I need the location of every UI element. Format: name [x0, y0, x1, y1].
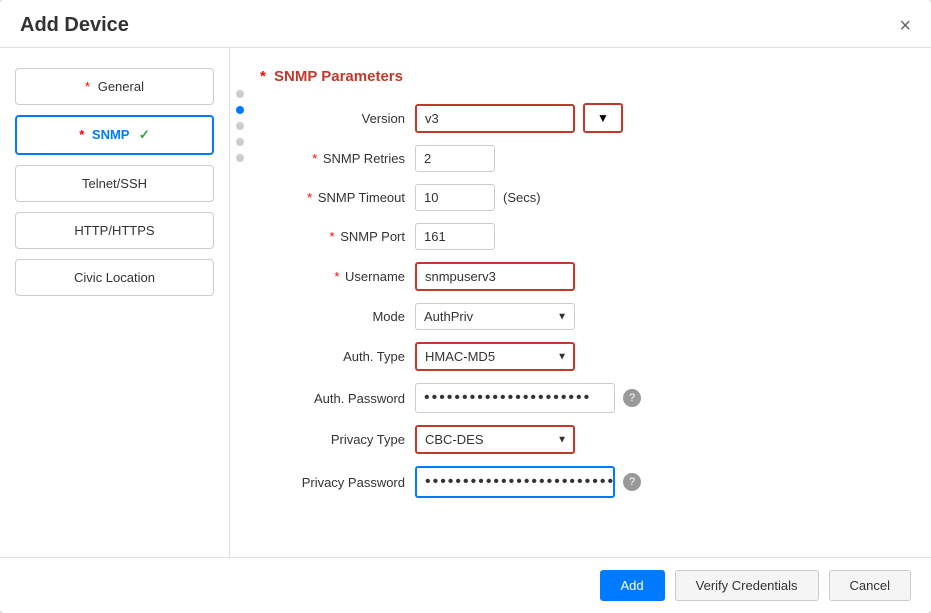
dot-2 [236, 106, 244, 114]
sidebar-label-general: General [98, 79, 144, 94]
auth-password-row: Auth. Password •••••••••••••••••••••• ? [260, 383, 901, 413]
privacy-type-label: Privacy Type [260, 432, 415, 447]
auth-type-row: Auth. Type HMAC-MD5 HMAC-SHA [260, 342, 901, 371]
sidebar-item-telnet[interactable]: Telnet/SSH [15, 165, 214, 202]
retries-input[interactable] [415, 145, 495, 172]
port-row: * SNMP Port [260, 223, 901, 250]
dot-4 [236, 138, 244, 146]
dots-connector [236, 90, 244, 162]
auth-password-label: Auth. Password [260, 391, 415, 406]
timeout-label: * SNMP Timeout [260, 190, 415, 205]
privacy-type-row: Privacy Type CBC-DES AES-128 AES-192 AES… [260, 425, 901, 454]
privacy-password-row: Privacy Password •••••••••••••••••••••••… [260, 466, 901, 498]
auth-password-field[interactable]: •••••••••••••••••••••• [415, 383, 615, 413]
privacy-type-select[interactable]: CBC-DES AES-128 AES-192 AES-256 [415, 425, 575, 454]
cancel-button[interactable]: Cancel [829, 570, 911, 601]
timeout-input[interactable] [415, 184, 495, 211]
dot-5 [236, 154, 244, 162]
verify-credentials-button[interactable]: Verify Credentials [675, 570, 819, 601]
secs-label: (Secs) [503, 190, 541, 205]
mode-row: Mode AuthPriv AuthNoPriv NoAuthNoPriv [260, 303, 901, 330]
mode-select-wrapper: AuthPriv AuthNoPriv NoAuthNoPriv [415, 303, 575, 330]
add-button[interactable]: Add [600, 570, 665, 601]
privacy-password-help-icon[interactable]: ? [623, 473, 641, 491]
sidebar: * General * SNMP ✓ Telnet/SSH HTTP/HTTPS… [0, 48, 230, 557]
sidebar-item-snmp[interactable]: * SNMP ✓ [15, 115, 214, 155]
port-input[interactable] [415, 223, 495, 250]
timeout-row: * SNMP Timeout (Secs) [260, 184, 901, 211]
dialog-title: Add Device [20, 14, 129, 37]
version-label: Version [260, 111, 415, 126]
add-device-dialog: Add Device × * General * SNMP ✓ Telnet/S… [0, 0, 931, 613]
port-label: * SNMP Port [260, 229, 415, 244]
main-content: * SNMP Parameters Version ▼ * SNMP Retri… [230, 48, 931, 557]
version-dropdown-button[interactable]: ▼ [583, 103, 623, 133]
timeout-star: * [307, 190, 316, 205]
retries-star: * [312, 151, 321, 166]
retries-label: * SNMP Retries [260, 151, 415, 166]
username-input[interactable] [415, 262, 575, 291]
auth-type-select[interactable]: HMAC-MD5 HMAC-SHA [415, 342, 575, 371]
auth-password-help-icon[interactable]: ? [623, 389, 641, 407]
sidebar-label-snmp: SNMP [92, 127, 129, 142]
sidebar-label-telnet: Telnet/SSH [82, 176, 147, 191]
close-button[interactable]: × [899, 16, 911, 36]
required-star-general: * [85, 79, 90, 94]
sidebar-item-http[interactable]: HTTP/HTTPS [15, 212, 214, 249]
dropdown-arrow-icon: ▼ [597, 111, 609, 125]
username-star: * [334, 269, 343, 284]
auth-type-select-wrapper: HMAC-MD5 HMAC-SHA [415, 342, 575, 371]
privacy-type-select-wrapper: CBC-DES AES-128 AES-192 AES-256 [415, 425, 575, 454]
version-input[interactable] [415, 104, 575, 133]
section-star: * [260, 68, 266, 85]
dialog-footer: Add Verify Credentials Cancel [0, 557, 931, 613]
port-star: * [330, 229, 339, 244]
section-title: * SNMP Parameters [260, 68, 901, 85]
sidebar-label-civic-location: Civic Location [74, 270, 155, 285]
required-star-snmp: * [79, 127, 84, 142]
mode-select[interactable]: AuthPriv AuthNoPriv NoAuthNoPriv [415, 303, 575, 330]
mode-label: Mode [260, 309, 415, 324]
dot-1 [236, 90, 244, 98]
version-wrapper: ▼ [415, 103, 623, 133]
dot-3 [236, 122, 244, 130]
username-label: * Username [260, 269, 415, 284]
sidebar-item-general[interactable]: * General [15, 68, 214, 105]
retries-row: * SNMP Retries [260, 145, 901, 172]
privacy-password-field[interactable]: ••••••••••••••••••••••••• [415, 466, 615, 498]
privacy-password-label: Privacy Password [260, 475, 415, 490]
auth-type-label: Auth. Type [260, 349, 415, 364]
section-title-text: SNMP Parameters [274, 68, 403, 85]
check-icon-snmp: ✓ [139, 127, 150, 142]
version-row: Version ▼ [260, 103, 901, 133]
sidebar-item-civic-location[interactable]: Civic Location [15, 259, 214, 296]
username-row: * Username [260, 262, 901, 291]
dialog-body: * General * SNMP ✓ Telnet/SSH HTTP/HTTPS… [0, 48, 931, 557]
dialog-header: Add Device × [0, 0, 931, 48]
sidebar-label-http: HTTP/HTTPS [74, 223, 154, 238]
